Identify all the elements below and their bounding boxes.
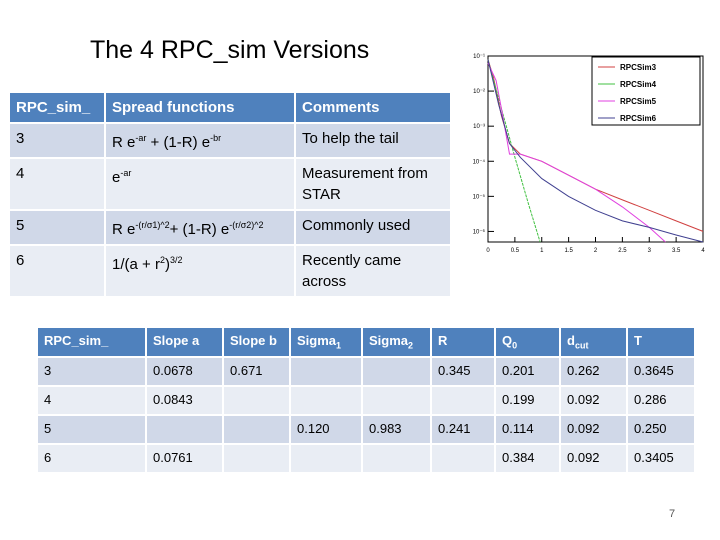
table-cell: 0.983	[363, 415, 430, 443]
y-tick-label: 10⁻⁴	[473, 158, 486, 165]
x-tick-label: 1	[540, 248, 544, 254]
rpc-sim-cell: 5	[10, 211, 104, 244]
table-row: 6 0.0761 0.384 0.092 0.3405	[38, 444, 694, 472]
table-cell: 0.262	[561, 357, 626, 385]
table-cell	[224, 415, 289, 443]
spread-functions-table: RPC_sim_ Spread functions Comments 3 R e…	[8, 91, 452, 298]
x-tick-label: 0	[486, 248, 490, 254]
rpc-sim-cell: 3	[10, 124, 104, 157]
table-cell: 0.3645	[628, 357, 694, 385]
table-cell	[363, 386, 430, 414]
legend-label: RPCSim4	[620, 80, 657, 89]
spread-function-chart: 0 0.5 1 1.5 2 2.5 3 3.5 4 10⁻¹ 10⁻² 10⁻³ 10⁻⁴ 10⁻⁵ 10⁻…	[473, 54, 706, 254]
table-cell: 0.671	[224, 357, 289, 385]
table-cell: 6	[38, 444, 145, 472]
table-cell	[432, 444, 494, 472]
table-cell: 0.092	[561, 415, 626, 443]
column-header: dcut	[561, 328, 626, 356]
table-cell	[224, 386, 289, 414]
table-cell: 0.345	[432, 357, 494, 385]
column-header: RPC_sim_	[38, 328, 145, 356]
x-tick-label: 3.5	[672, 248, 681, 254]
table-row: 4 0.0843 0.199 0.092 0.286	[38, 386, 694, 414]
header-rpc-sim: RPC_sim_	[10, 93, 104, 122]
table-cell: 0.384	[496, 444, 559, 472]
table-cell	[224, 444, 289, 472]
y-tick-label: 10⁻³	[473, 124, 485, 130]
table-cell: 0.0761	[147, 444, 222, 472]
rpc-sim-cell: 6	[10, 246, 104, 296]
table-row: 6 1/(a + r2)3/2 Recently came across	[10, 246, 450, 296]
rpc-sim-cell: 4	[10, 159, 104, 209]
spread-function-cell: R e-(r/σ1)^2+ (1-R) e-(r/σ2)^2	[106, 211, 294, 244]
table-cell: 0.092	[561, 386, 626, 414]
table-cell	[432, 386, 494, 414]
spread-function-cell: 1/(a + r2)3/2	[106, 246, 294, 296]
comment-cell: Commonly used	[296, 211, 450, 244]
x-tick-label: 2	[594, 248, 598, 254]
parameters-table: RPC_sim_ Slope a Slope b Sigma1 Sigma2 R Q0 dcu…	[36, 326, 696, 474]
x-tick-label: 1.5	[564, 248, 573, 254]
x-tick-label: 4	[701, 248, 705, 254]
y-tick-label: 10⁻⁵	[473, 193, 486, 200]
table-cell: 0.3405	[628, 444, 694, 472]
table-cell	[291, 444, 361, 472]
column-header: Slope a	[147, 328, 222, 356]
table-cell	[363, 357, 430, 385]
table-cell: 3	[38, 357, 145, 385]
slide-title: The 4 RPC_sim Versions	[90, 36, 370, 64]
comment-cell: Recently came across	[296, 246, 450, 296]
table-cell: 0.120	[291, 415, 361, 443]
table-cell: 0.241	[432, 415, 494, 443]
x-tick-label: 2.5	[618, 248, 627, 254]
table-cell: 0.199	[496, 386, 559, 414]
header-spread-functions: Spread functions	[106, 93, 294, 122]
column-header: Sigma1	[291, 328, 361, 356]
spread-function-cell: R e-ar + (1-R) e-br	[106, 124, 294, 157]
y-tick-label: 10⁻²	[473, 89, 485, 95]
comment-cell: Measurement from STAR	[296, 159, 450, 209]
table-row: 3 R e-ar + (1-R) e-br To help the tail	[10, 124, 450, 157]
x-tick-label: 0.5	[511, 248, 520, 254]
column-header: Slope b	[224, 328, 289, 356]
table-cell	[291, 357, 361, 385]
table-cell: 0.250	[628, 415, 694, 443]
table-cell: 5	[38, 415, 145, 443]
column-header: Q0	[496, 328, 559, 356]
table-cell: 0.286	[628, 386, 694, 414]
column-header: Sigma2	[363, 328, 430, 356]
table-cell	[363, 444, 430, 472]
legend-label: RPCSim6	[620, 114, 657, 123]
table-cell: 0.0843	[147, 386, 222, 414]
table-cell: 0.092	[561, 444, 626, 472]
column-header: R	[432, 328, 494, 356]
table-row: 4 e-ar Measurement from STAR	[10, 159, 450, 209]
table-cell	[291, 386, 361, 414]
table-cell	[147, 415, 222, 443]
table-cell: 0.0678	[147, 357, 222, 385]
x-tick-label: 3	[648, 248, 652, 254]
legend-label: RPCSim3	[620, 63, 657, 72]
y-tick-label: 10⁻¹	[473, 54, 485, 60]
y-tick-label: 10⁻⁶	[473, 228, 486, 235]
table-row: 3 0.0678 0.671 0.345 0.201 0.262 0.3645	[38, 357, 694, 385]
comment-cell: To help the tail	[296, 124, 450, 157]
table-cell: 0.114	[496, 415, 559, 443]
page-number: 7	[669, 508, 676, 520]
table-row: 5 R e-(r/σ1)^2+ (1-R) e-(r/σ2)^2 Commonl…	[10, 211, 450, 244]
table-row: 5 0.120 0.983 0.241 0.114 0.092 0.250	[38, 415, 694, 443]
header-comments: Comments	[296, 93, 450, 122]
column-header: T	[628, 328, 694, 356]
legend-label: RPCSim5	[620, 97, 657, 106]
table-cell: 4	[38, 386, 145, 414]
table-cell: 0.201	[496, 357, 559, 385]
spread-function-cell: e-ar	[106, 159, 294, 209]
